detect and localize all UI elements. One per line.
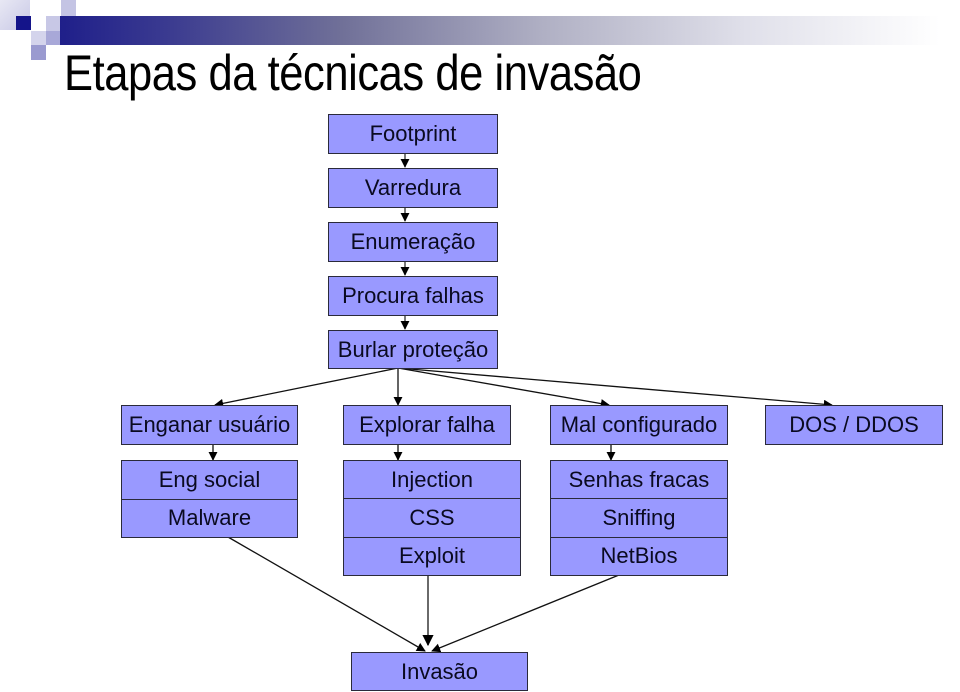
branch-label: Explorar falha xyxy=(359,412,495,437)
item: Eng social xyxy=(158,466,261,492)
branch-label: Mal configurado xyxy=(560,412,718,437)
step-label: Footprint xyxy=(369,121,457,146)
items-enganar-usuario: Eng social Malware xyxy=(121,460,298,538)
arrow-burlar-malconfig xyxy=(397,367,610,409)
arrow-burlar-enganar xyxy=(214,367,399,408)
item: CSS xyxy=(344,498,520,536)
branch-mal-configurado: Mal configurado xyxy=(550,405,728,445)
item: Malware xyxy=(122,498,297,538)
branch-label: DOS / DDOS xyxy=(789,412,919,437)
step-procura-falhas: Procura falhas xyxy=(328,276,498,316)
item: NetBios xyxy=(551,536,727,575)
step-footprint: Footprint xyxy=(328,114,498,154)
step-label: Procura falhas xyxy=(342,283,484,308)
step-enumeracao: Enumeração xyxy=(328,222,498,262)
step-burlar-protecao: Burlar proteção xyxy=(328,330,498,369)
step-label: Burlar proteção xyxy=(337,336,489,362)
arrow-burlar-dos xyxy=(397,367,833,409)
arrow-malconfig-invasao xyxy=(431,574,620,653)
step-label: Enumeração xyxy=(350,229,476,254)
step-label: Varredura xyxy=(364,175,462,200)
items-mal-configurado: Senhas fracas Sniffing NetBios xyxy=(550,460,728,576)
step-invasao: Invasão xyxy=(351,652,528,691)
items-explorar-falha: Injection CSS Exploit xyxy=(343,460,521,576)
branch-dos-ddos: DOS / DDOS xyxy=(765,405,943,445)
item: Sniffing xyxy=(551,498,727,536)
item: Exploit xyxy=(344,536,520,575)
branch-enganar-usuario: Enganar usuário xyxy=(121,405,298,445)
branch-explorar-falha: Explorar falha xyxy=(343,405,511,445)
item: Injection xyxy=(391,466,473,492)
branch-label: Enganar usuário xyxy=(128,412,291,437)
step-varredura: Varredura xyxy=(328,168,498,208)
item: Senhas fracas xyxy=(568,466,710,492)
final-label: Invasão xyxy=(400,658,479,684)
